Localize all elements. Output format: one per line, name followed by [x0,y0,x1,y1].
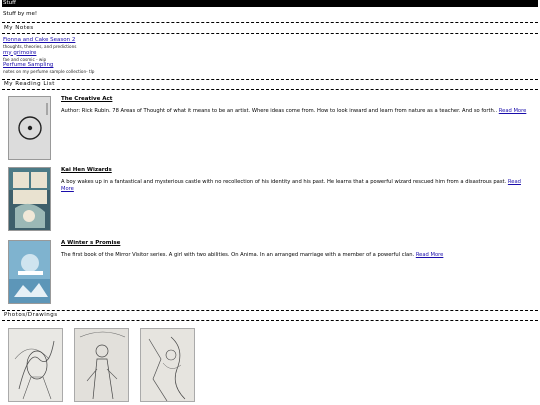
section-title-notes: My Notes [4,25,34,31]
circle-cover-art [9,97,50,159]
book-cover-kai-hen[interactable] [8,167,51,231]
read-more-link[interactable]: Read More [416,252,444,258]
book-description: The first book of the Mirror Visitor ser… [61,252,444,258]
book-cover-creative-act[interactable] [8,96,51,160]
section-title-photos: Photos/Drawings [4,312,58,318]
note-link-perfume[interactable]: Perfume Sampling [3,62,303,69]
book-description: A boy wakes up in a fantastical and myst… [61,179,521,192]
drawing-sketch [75,329,128,401]
divider [2,79,538,80]
top-bar: Stuff [2,0,538,7]
drawing-sketch [141,329,194,401]
page-subtitle: Stuff by me! [3,11,38,17]
manga-cover-art [9,168,50,230]
drawing-thumbnail[interactable] [8,328,63,402]
note-desc: notes on my perfume sample collection- t… [3,69,95,74]
drawing-thumbnail[interactable] [140,328,195,402]
section-title-reading: My Reading List [4,81,55,87]
drawing-sketch [9,329,62,401]
book-description: Author: Rick Rubin. 78 Areas of Thought … [61,108,527,114]
book-title[interactable]: The Creative Act [61,96,112,102]
page-title: Stuff [3,0,16,6]
book-title[interactable]: A Winter s Promise [61,240,120,246]
winter-cover-art [9,241,50,303]
divider [2,33,538,34]
note-link-fionna[interactable]: Fionna and Cake Season 2 [3,37,303,44]
notes-list: Fionna and Cake Season 2 thoughts, theor… [3,37,303,75]
divider [2,89,538,90]
book-cover-winter-promise[interactable] [8,240,51,304]
divider [2,320,538,321]
book-title[interactable]: Kai Hen Wizards [61,167,112,173]
read-more-link[interactable]: Read More [499,108,527,114]
divider [2,310,538,311]
divider [2,22,538,23]
drawing-thumbnail[interactable] [74,328,129,402]
note-link-grimoire[interactable]: my grimoire [3,50,303,57]
